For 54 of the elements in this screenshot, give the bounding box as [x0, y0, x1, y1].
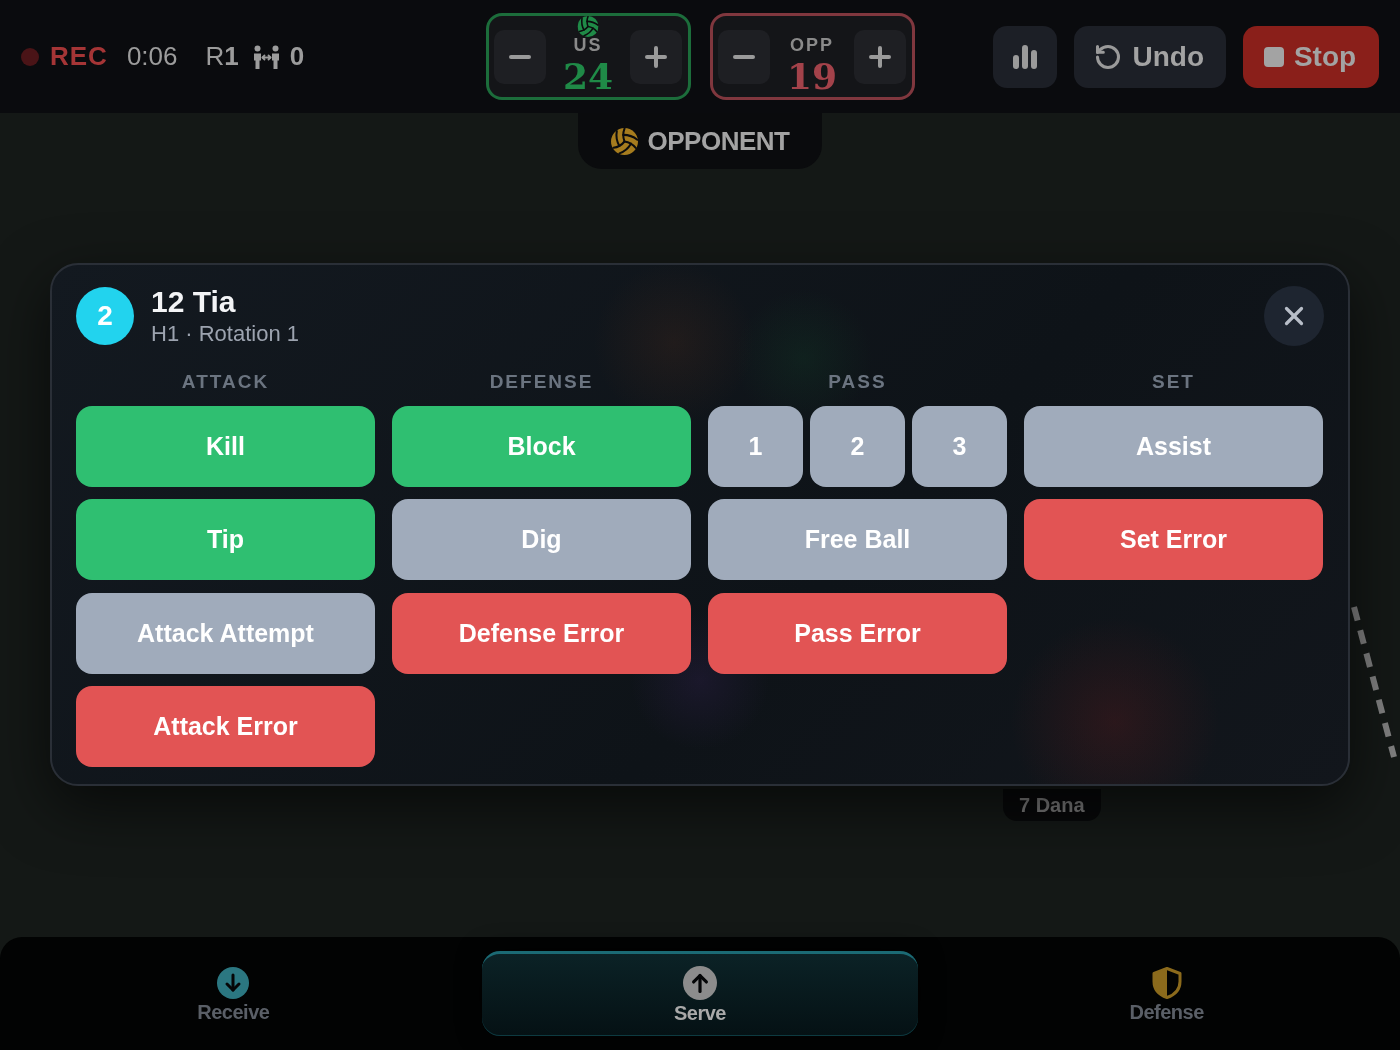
- minus-icon: [732, 54, 755, 59]
- action-button[interactable]: Attack Error: [76, 686, 375, 767]
- action-button[interactable]: Kill: [76, 405, 375, 487]
- undo-button[interactable]: Undo: [1074, 25, 1226, 88]
- action-button[interactable]: 3: [912, 405, 1007, 487]
- score-value: 24: [562, 57, 614, 95]
- player-name: 12 Tia: [151, 285, 237, 319]
- nav-tab[interactable]: Serve: [482, 951, 918, 1036]
- nav-tab[interactable]: Receive: [15, 951, 452, 1036]
- possession-label: OPPONENT: [647, 125, 790, 157]
- action-button[interactable]: 2: [810, 405, 905, 487]
- elapsed-time: 0:06: [126, 41, 178, 72]
- action-button[interactable]: Free Ball: [708, 499, 1007, 580]
- player-detail: H1 · Rotation 1: [151, 321, 299, 347]
- column-heading: ATTACK: [180, 371, 271, 393]
- undo-icon: [1094, 42, 1123, 71]
- position-marker: 2: [76, 287, 134, 345]
- action-button[interactable]: Tip: [76, 499, 375, 580]
- substitution-count: 0: [289, 41, 305, 72]
- action-button[interactable]: Dig: [392, 499, 691, 580]
- rotation-label: R1: [205, 41, 239, 72]
- action-button[interactable]: 1: [708, 405, 803, 487]
- arrow-up-circle-icon: [683, 965, 717, 1000]
- minus-icon: [508, 54, 531, 59]
- action-button[interactable]: Assist: [1024, 405, 1323, 487]
- recording-label: REC: [50, 41, 108, 72]
- action-button[interactable]: Set Error: [1024, 499, 1323, 580]
- stats-button[interactable]: [993, 25, 1058, 88]
- stop-button[interactable]: Stop: [1243, 25, 1379, 88]
- player-tag: 7 Dana: [1003, 789, 1101, 821]
- column-heading: DEFENSE: [488, 371, 595, 393]
- score-value: 19: [786, 57, 838, 95]
- plus-icon: [869, 45, 892, 68]
- volleyball-icon: [610, 127, 638, 155]
- team-label: US: [573, 36, 603, 54]
- stop-icon: [1263, 46, 1284, 67]
- decrement-button[interactable]: [717, 29, 770, 84]
- action-button[interactable]: Defense Error: [392, 592, 691, 674]
- bar-chart-icon: [1012, 44, 1039, 69]
- shield-icon: [1151, 966, 1182, 999]
- action-button[interactable]: Attack Attempt: [76, 592, 375, 674]
- action-button[interactable]: Pass Error: [708, 592, 1007, 674]
- team-label: OPP: [790, 36, 834, 54]
- increment-button[interactable]: [854, 29, 907, 84]
- increment-button[interactable]: [630, 29, 683, 84]
- nav-tab[interactable]: Defense: [948, 951, 1385, 1036]
- column-heading: PASS: [827, 371, 888, 393]
- column-heading: SET: [1151, 371, 1196, 393]
- plus-icon: [645, 45, 668, 68]
- arrow-down-circle-icon: [217, 966, 250, 999]
- two-people-icon: [252, 44, 280, 69]
- action-button[interactable]: Block: [392, 405, 691, 487]
- recording-dot-icon: [21, 47, 39, 66]
- decrement-button[interactable]: [493, 29, 546, 84]
